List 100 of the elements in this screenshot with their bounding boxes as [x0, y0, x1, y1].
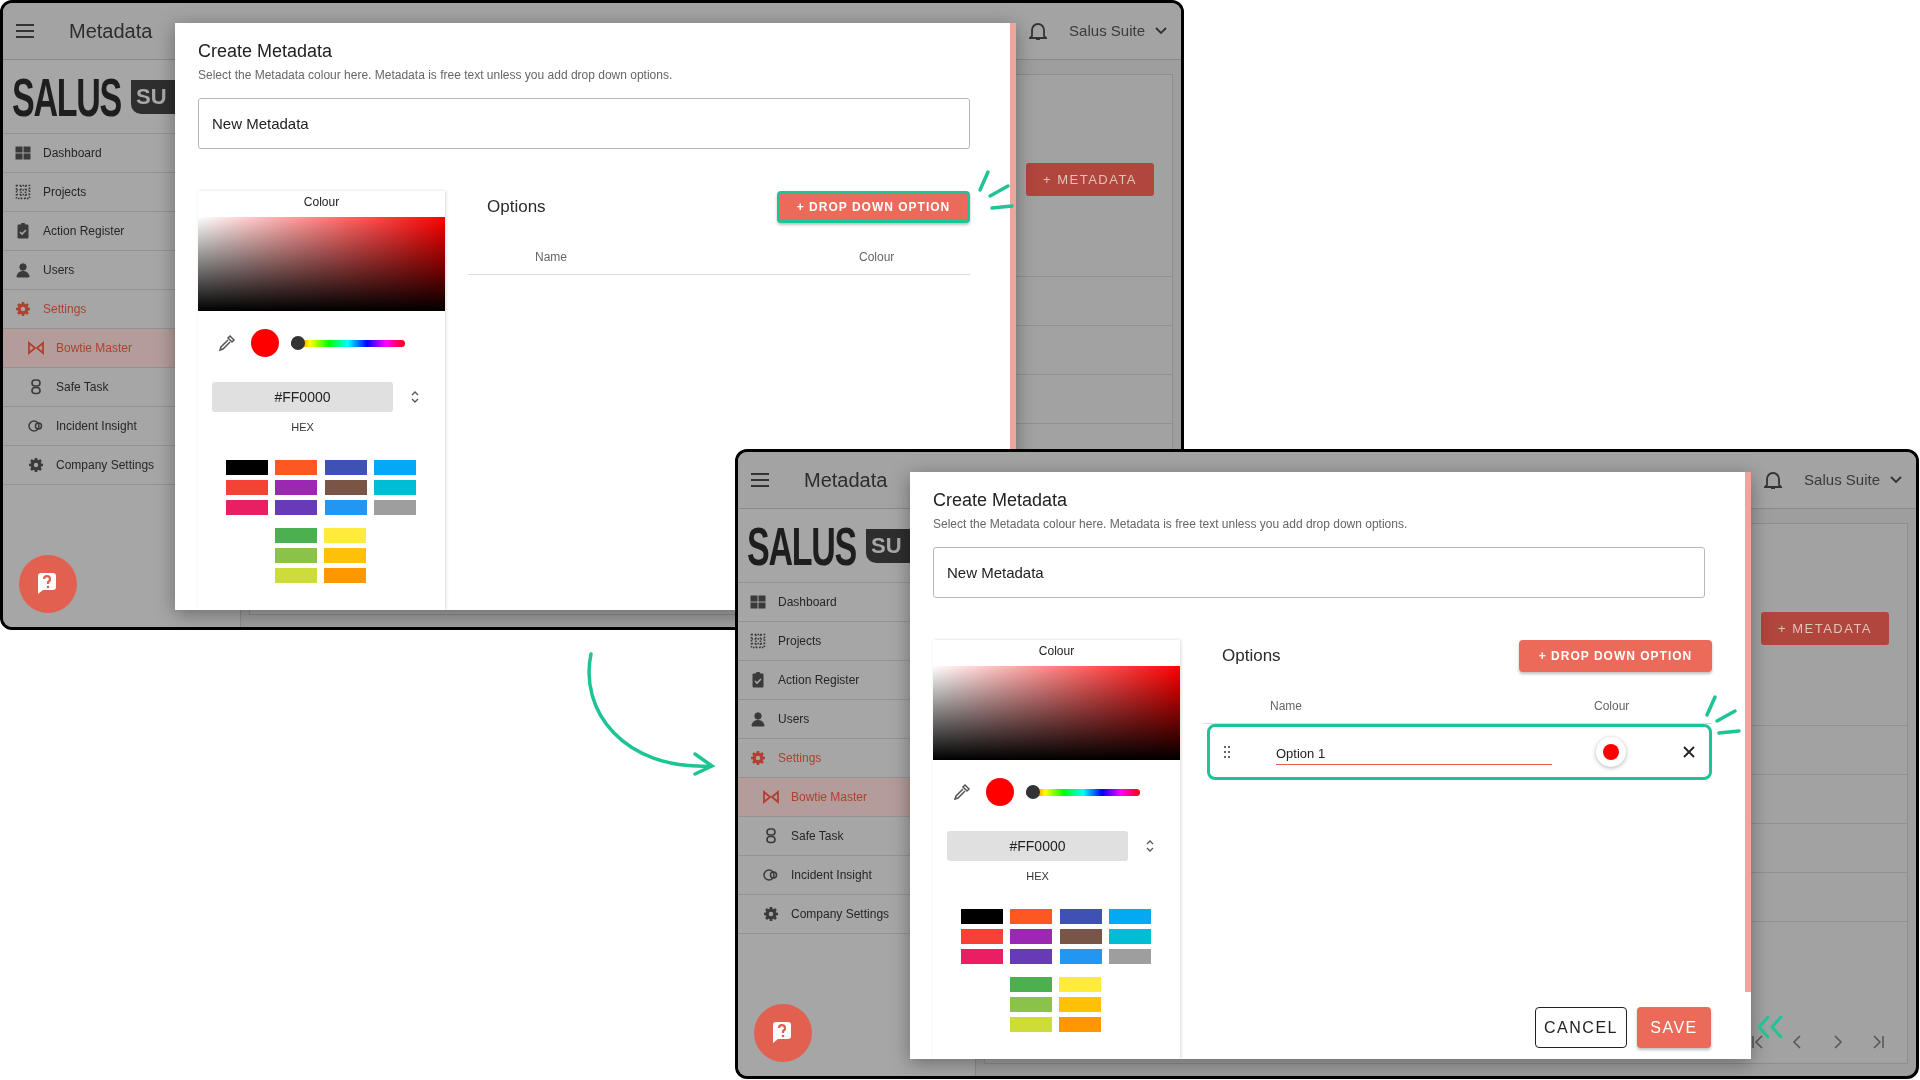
column-header: Name	[1270, 697, 1303, 715]
colour-swatch[interactable]	[324, 459, 367, 475]
eyedropper-icon[interactable]	[218, 334, 236, 352]
colour-swatch[interactable]	[1059, 976, 1101, 992]
sparkle-lines-drawing	[1703, 693, 1743, 737]
bowtie-icon	[763, 789, 779, 805]
colour-swatch[interactable]	[1010, 908, 1053, 924]
scrollbar[interactable]	[1745, 472, 1751, 992]
colour-swatch[interactable]	[1059, 996, 1101, 1012]
up-down-arrows-icon[interactable]	[411, 391, 419, 403]
hex-label: HEX	[1025, 869, 1050, 884]
colour-swatch[interactable]	[275, 527, 317, 543]
colour-swatch[interactable]	[275, 567, 317, 583]
dialog-subtitle: Select the Metadata colour here. Metadata is free text unless you add drop down options.	[933, 516, 1409, 533]
dialog-title: Create Metadata	[198, 40, 334, 63]
option-name-field[interactable]: Option 1	[1276, 739, 1552, 765]
logo-wordmark: SALUS	[747, 523, 856, 568]
colour-swatch[interactable]	[1010, 996, 1052, 1012]
dialog-subtitle: Select the Metadata colour here. Metadata is free text unless you add drop down options.	[198, 67, 674, 84]
up-down-arrows-icon[interactable]	[1146, 840, 1154, 852]
column-header: Colour	[1594, 697, 1630, 715]
colour-swatch[interactable]	[226, 459, 268, 475]
colour-swatch[interactable]	[275, 547, 317, 563]
page-title: Metadata	[804, 468, 888, 493]
colour-swatch[interactable]	[1010, 928, 1053, 944]
colour-swatch[interactable]	[1010, 948, 1053, 964]
hex-field[interactable]: #FF0000	[212, 382, 393, 412]
grid-icon	[15, 145, 31, 161]
colour-button[interactable]	[1596, 737, 1626, 767]
double-chevron-drawing	[1756, 1015, 1784, 1039]
colour-swatch[interactable]	[226, 499, 268, 515]
add-metadata-button[interactable]: + METADATA	[1026, 163, 1154, 196]
bowtie-icon	[28, 340, 44, 356]
settings-icon	[15, 301, 31, 317]
colour-swatch[interactable]	[1059, 1016, 1101, 1032]
hue-slider[interactable]	[1026, 785, 1140, 799]
figure-eight-icon	[763, 828, 779, 844]
colour-gradient[interactable]	[198, 217, 445, 311]
name-field[interactable]: New Metadata	[933, 547, 1705, 598]
colour-swatch[interactable]	[324, 499, 367, 515]
colour-swatch[interactable]	[961, 948, 1003, 964]
rings-icon	[28, 418, 44, 434]
bell-icon[interactable]	[1764, 470, 1783, 490]
colour-swatch[interactable]	[275, 479, 318, 495]
sparkle-lines-drawing	[976, 168, 1016, 212]
close-icon[interactable]	[1683, 746, 1695, 758]
grid-icon	[750, 594, 766, 610]
colour-swatch[interactable]	[961, 928, 1003, 944]
colour-label: Colour	[302, 194, 341, 211]
colour-swatch[interactable]	[1108, 908, 1151, 924]
clipboard-check-icon	[15, 223, 31, 239]
menu-icon[interactable]	[15, 23, 35, 39]
colour-swatch[interactable]	[275, 459, 318, 475]
chevron-down-icon	[1890, 476, 1902, 484]
chevron-right-icon[interactable]	[1831, 1035, 1845, 1049]
cancel-button[interactable]: CANCEL	[1535, 1007, 1627, 1048]
colour-swatch[interactable]	[1059, 928, 1102, 944]
drag-handle-icon[interactable]	[1224, 746, 1230, 758]
dotted-grid-icon	[15, 184, 31, 200]
hex-field[interactable]: #FF0000	[947, 831, 1128, 861]
options-title: Options	[487, 196, 546, 219]
colour-swatch[interactable]	[1108, 928, 1151, 944]
last-page-icon[interactable]	[1871, 1035, 1885, 1049]
colour-swatch[interactable]	[1059, 908, 1102, 924]
settings-icon	[763, 906, 779, 922]
colour-swatch[interactable]	[324, 547, 366, 563]
colour-swatch[interactable]	[1010, 1016, 1052, 1032]
menu-icon[interactable]	[750, 472, 770, 488]
figure-eight-icon	[28, 379, 44, 395]
colour-swatch[interactable]	[373, 499, 416, 515]
colour-swatch[interactable]	[1059, 948, 1102, 964]
column-header: Name	[535, 248, 568, 266]
hue-slider[interactable]	[291, 336, 405, 350]
colour-swatch[interactable]	[1108, 948, 1151, 964]
person-icon	[15, 262, 31, 278]
colour-swatch[interactable]	[324, 527, 366, 543]
name-field[interactable]: New Metadata	[198, 98, 970, 149]
colour-swatch[interactable]	[961, 908, 1003, 924]
settings-icon	[28, 457, 44, 473]
bell-icon[interactable]	[1029, 21, 1048, 41]
first-page-icon[interactable]	[1751, 1035, 1765, 1049]
colour-swatch[interactable]	[373, 459, 416, 475]
colour-gradient[interactable]	[933, 666, 1180, 760]
hex-label: HEX	[290, 420, 315, 435]
colour-label: Colour	[1037, 643, 1076, 660]
dotted-grid-icon	[750, 633, 766, 649]
account-menu[interactable]: Salus Suite	[1804, 468, 1902, 492]
colour-swatch[interactable]	[324, 567, 366, 583]
eyedropper-icon[interactable]	[953, 783, 971, 801]
colour-swatch[interactable]	[373, 479, 416, 495]
add-metadata-button[interactable]: + METADATA	[1761, 612, 1889, 645]
person-icon	[750, 711, 766, 727]
colour-swatch[interactable]	[226, 479, 268, 495]
slider-thumb[interactable]	[1026, 785, 1040, 799]
colour-swatch[interactable]	[275, 499, 318, 515]
colour-swatch[interactable]	[1010, 976, 1052, 992]
account-menu[interactable]: Salus Suite	[1069, 19, 1167, 43]
colour-swatch[interactable]	[324, 479, 367, 495]
column-header: Colour	[859, 248, 895, 266]
slider-thumb[interactable]	[291, 336, 305, 350]
